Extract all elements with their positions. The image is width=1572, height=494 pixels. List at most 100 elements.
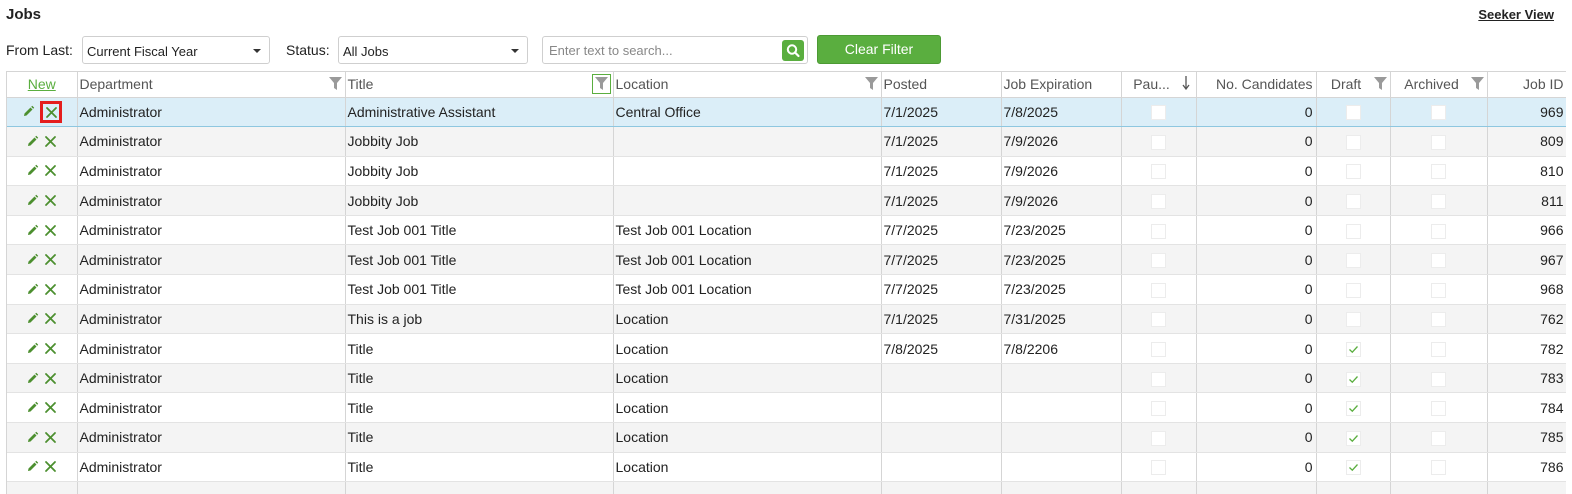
column-job-expiration[interactable]: Job Expiration bbox=[1001, 72, 1122, 98]
pencil-icon[interactable] bbox=[26, 401, 39, 414]
close-icon[interactable] bbox=[44, 253, 57, 266]
close-icon[interactable] bbox=[44, 312, 57, 325]
archived-checkbox[interactable] bbox=[1431, 193, 1446, 209]
draft-checkbox[interactable] bbox=[1345, 253, 1361, 269]
draft-checkbox[interactable] bbox=[1345, 371, 1361, 387]
paused-checkbox[interactable] bbox=[1151, 341, 1166, 357]
search-button[interactable] bbox=[782, 40, 804, 61]
table-row[interactable]: Administrator Title Location 0 786 bbox=[7, 452, 1566, 483]
archived-checkbox[interactable] bbox=[1431, 164, 1446, 180]
archived-checkbox[interactable] bbox=[1431, 460, 1446, 476]
table-row[interactable]: Administrator Jobbity Job 7/1/2025 7/9/2026… bbox=[7, 156, 1566, 187]
new-job-link[interactable]: New bbox=[9, 76, 75, 92]
archived-checkbox[interactable] bbox=[1431, 134, 1446, 150]
paused-checkbox[interactable] bbox=[1151, 282, 1166, 298]
paused-checkbox[interactable] bbox=[1151, 105, 1166, 121]
draft-checkbox[interactable] bbox=[1345, 193, 1361, 209]
close-icon[interactable] bbox=[44, 164, 57, 177]
table-row[interactable]: Administrator Title Location 7/8/2025 7/8/22… bbox=[7, 333, 1566, 364]
pencil-icon[interactable] bbox=[26, 135, 39, 148]
column-draft[interactable]: Draft bbox=[1316, 72, 1391, 98]
active-filter-icon[interactable] bbox=[591, 74, 611, 94]
close-icon[interactable] bbox=[44, 431, 57, 444]
search-input[interactable] bbox=[543, 37, 778, 63]
table-row[interactable]: Administrator Title Location 0 785 bbox=[7, 422, 1566, 453]
pencil-icon[interactable] bbox=[26, 312, 39, 325]
paused-checkbox[interactable] bbox=[1151, 401, 1166, 417]
clear-filter-button[interactable]: Clear Filter bbox=[817, 35, 941, 64]
paused-checkbox[interactable] bbox=[1151, 193, 1166, 209]
status-select[interactable]: All Jobs bbox=[338, 36, 528, 64]
paused-checkbox[interactable] bbox=[1151, 223, 1166, 239]
pencil-icon[interactable] bbox=[26, 224, 39, 237]
column-title[interactable]: Title bbox=[345, 72, 614, 98]
draft-checkbox[interactable] bbox=[1345, 105, 1361, 121]
paused-checkbox[interactable] bbox=[1151, 460, 1166, 476]
close-icon[interactable] bbox=[44, 135, 57, 148]
close-icon[interactable] bbox=[39, 100, 62, 123]
table-row[interactable]: Administrator Administrative Assistant Cen… bbox=[7, 96, 1566, 128]
column-job-id[interactable]: Job ID bbox=[1487, 72, 1566, 98]
paused-checkbox[interactable] bbox=[1151, 312, 1166, 328]
draft-checkbox[interactable] bbox=[1345, 401, 1361, 417]
pencil-icon[interactable] bbox=[26, 342, 39, 355]
draft-checkbox[interactable] bbox=[1345, 134, 1361, 150]
filter-icon[interactable] bbox=[1373, 77, 1387, 91]
table-row[interactable]: Administrator Title Location 0 783 bbox=[7, 363, 1566, 394]
from-last-select[interactable]: Current Fiscal Year bbox=[82, 36, 270, 64]
seeker-view-link[interactable]: Seeker View bbox=[1478, 7, 1554, 22]
close-icon[interactable] bbox=[44, 401, 57, 414]
pencil-icon[interactable] bbox=[26, 460, 39, 473]
table-row[interactable]: Administrator Test Job 001 Title Test Job … bbox=[7, 274, 1566, 305]
archived-checkbox[interactable] bbox=[1431, 282, 1446, 298]
table-row[interactable]: Administrator Jobbity Job 7/1/2025 7/9/2026… bbox=[7, 185, 1566, 216]
column-posted[interactable]: Posted bbox=[881, 72, 1002, 98]
column-department[interactable]: Department bbox=[77, 72, 346, 98]
draft-checkbox[interactable] bbox=[1345, 430, 1361, 446]
archived-checkbox[interactable] bbox=[1431, 312, 1446, 328]
draft-checkbox[interactable] bbox=[1345, 341, 1361, 357]
column-paused[interactable]: Pau... bbox=[1121, 72, 1197, 98]
column-location[interactable]: Location bbox=[613, 72, 882, 98]
table-row[interactable]: Administrator Test Job 001 Title Test Job … bbox=[7, 215, 1566, 246]
draft-checkbox[interactable] bbox=[1345, 312, 1361, 328]
archived-checkbox[interactable] bbox=[1431, 371, 1446, 387]
paused-checkbox[interactable] bbox=[1151, 371, 1166, 387]
archived-checkbox[interactable] bbox=[1431, 253, 1446, 269]
close-icon[interactable] bbox=[44, 224, 57, 237]
draft-checkbox[interactable] bbox=[1345, 460, 1361, 476]
close-icon[interactable] bbox=[44, 460, 57, 473]
paused-checkbox[interactable] bbox=[1151, 134, 1166, 150]
close-icon[interactable] bbox=[44, 372, 57, 385]
close-icon[interactable] bbox=[44, 283, 57, 296]
paused-checkbox[interactable] bbox=[1151, 164, 1166, 180]
archived-checkbox[interactable] bbox=[1431, 401, 1446, 417]
filter-icon[interactable] bbox=[328, 77, 342, 91]
table-row[interactable]: Administrator This is a job Location 7/1/20… bbox=[7, 304, 1566, 335]
close-icon[interactable] bbox=[44, 342, 57, 355]
pencil-icon[interactable] bbox=[26, 431, 39, 444]
column-new[interactable]: New bbox=[7, 72, 78, 98]
paused-checkbox[interactable] bbox=[1151, 253, 1166, 269]
pencil-icon[interactable] bbox=[26, 253, 39, 266]
archived-checkbox[interactable] bbox=[1431, 430, 1446, 446]
archived-checkbox[interactable] bbox=[1431, 341, 1446, 357]
paused-checkbox[interactable] bbox=[1151, 430, 1166, 446]
filter-icon[interactable] bbox=[1470, 77, 1484, 91]
pencil-icon[interactable] bbox=[22, 105, 35, 118]
filter-icon[interactable] bbox=[864, 77, 878, 91]
draft-checkbox[interactable] bbox=[1345, 164, 1361, 180]
draft-checkbox[interactable] bbox=[1345, 282, 1361, 298]
archived-checkbox[interactable] bbox=[1431, 105, 1446, 121]
table-row[interactable]: Administrator Test Job 001 Title Test Job … bbox=[7, 244, 1566, 276]
pencil-icon[interactable] bbox=[26, 372, 39, 385]
column-candidates[interactable]: No. Candidates bbox=[1196, 72, 1317, 98]
column-archived[interactable]: Archived bbox=[1390, 72, 1488, 98]
pencil-icon[interactable] bbox=[26, 283, 39, 296]
table-row[interactable]: Administrator Title Location 0 784 bbox=[7, 392, 1566, 424]
archived-checkbox[interactable] bbox=[1431, 223, 1446, 239]
close-icon[interactable] bbox=[44, 194, 57, 207]
draft-checkbox[interactable] bbox=[1345, 223, 1361, 239]
pencil-icon[interactable] bbox=[26, 164, 39, 177]
table-row[interactable]: Administrator Jobbity Job 7/1/2025 7/9/2026… bbox=[7, 126, 1566, 157]
